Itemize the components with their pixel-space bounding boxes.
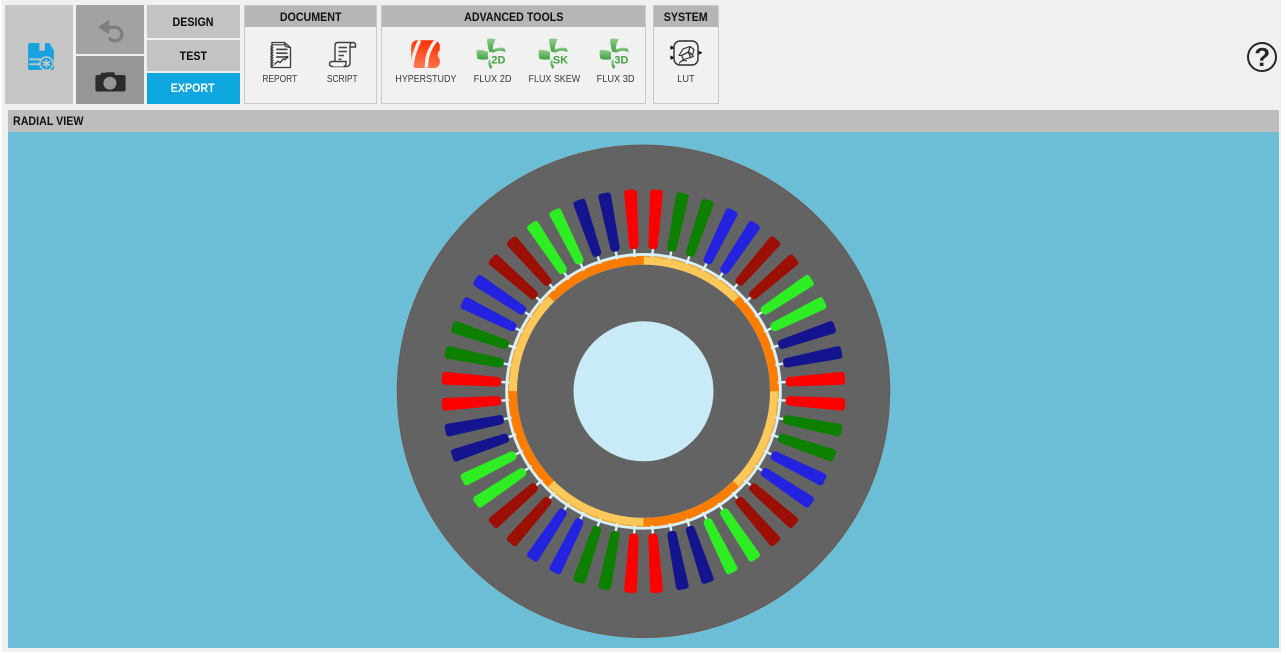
svg-text:2D: 2D [491, 54, 505, 66]
svg-text:SK: SK [553, 54, 568, 66]
svg-text:3D: 3D [614, 54, 628, 66]
